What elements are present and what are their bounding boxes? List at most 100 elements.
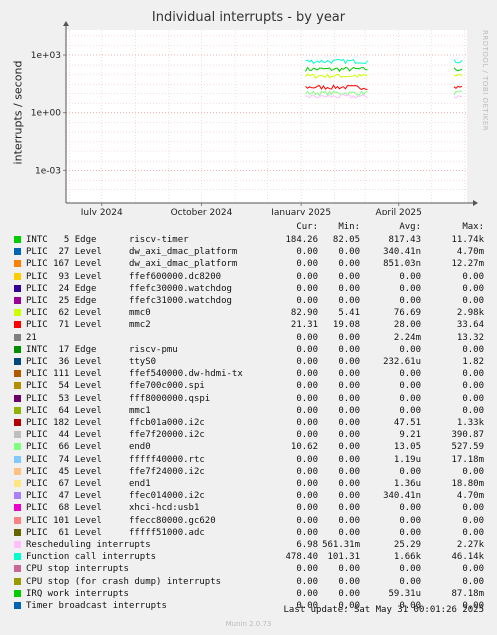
legend-item: PLIC 167 Level dw_axi_dmac_platform 0.00 0… [14,258,484,270]
legend-value-min: 82.05 [332,235,360,245]
legend-value-max: 1.82 [462,357,484,367]
legend-swatch [14,577,21,585]
legend-swatch [14,297,21,304]
legend-label: PLIC 25 Edge ffefc31000.watchdog [26,296,232,306]
legend-value-max: 2.98k [456,308,484,319]
legend-value-max: 11.74k [451,235,484,245]
legend-value-min: 0.00 [338,418,360,428]
legend-item: Function call interrupts 478.40 101.31 1.66… [14,551,484,563]
legend-value-max: 0.00 [462,576,484,587]
legend-value-max: 13.32 [456,332,484,343]
legend-value-max: 4.70m [456,491,484,502]
legend-label: PLIC 61 Level fffff51000.adc [26,527,205,538]
legend-value-avg: 1.66k [393,552,421,563]
legend-value-avg: 0.00 [399,393,421,404]
last-update: Last update: Sat May 31 00:01:26 2025 [283,605,484,615]
legend-item: PLIC 24 Edge ffefc30000.watchdog 0.00 0.00… [14,283,484,295]
legend-swatch [14,321,21,329]
legend-item: PLIC 74 Level fffff40000.rtc 0.00 0.00 1.19… [14,454,484,466]
legend-value-avg: 0.00 [399,381,421,392]
legend-swatch [14,504,21,512]
legend-value-avg: 0.00 [399,576,421,587]
legend-value-avg: 0.00 [399,515,421,526]
legend-item: 21 0.00 0.00 2.24m 13.32 [14,332,484,344]
legend-swatch [14,419,21,426]
legend-label: PLIC 36 Level ttyS0 [26,357,157,367]
legend-item: INTC 17 Edge riscv-pmu 0.00 0.00 0.00 0.00 [14,344,484,356]
legend-value-min: 0.00 [338,515,360,526]
legend-value-min: 0.00 [338,259,360,270]
legend: Cur: Min: Avg: Max: INTC 5 Edge riscv-ti… [0,0,497,635]
legend-value-max: 0.00 [462,515,484,526]
legend-value-max: 0.00 [462,527,484,538]
legend-item: PLIC 54 Level ffe700c000.spi 0.00 0.00 0.00… [14,380,484,392]
legend-item: PLIC 67 Level end1 0.00 0.00 1.36u 18.80m [14,478,484,490]
legend-value-max: 1.33k [456,418,484,428]
legend-value-max: 0.00 [462,283,484,294]
legend-value-max: 0.00 [462,466,484,477]
legend-swatch [14,455,21,463]
legend-label: PLIC 62 Level mmc0 [26,308,151,319]
legend-value-avg: 0.00 [399,466,421,477]
legend-value-max: 87.18m [451,588,484,599]
legend-value-max: 0.00 [462,405,484,416]
legend-item: IRQ work interrupts 0.00 0.00 59.31u 87.18m [14,588,484,600]
legend-item: PLIC 62 Level mmc0 82.90 5.41 76.69 2.98k [14,307,484,319]
legend-value-max: 18.80m [451,479,484,489]
legend-swatch [14,480,21,487]
legend-label: Rescheduling interrupts [26,540,151,550]
legend-value-max: 12.27m [451,259,484,270]
legend-value-avg: 0.00 [399,369,421,380]
legend-item: PLIC 45 Level ffe7f24000.i2c 0.00 0.00 0.00… [14,466,484,478]
legend-item: PLIC 182 Level ffcb01a000.i2c 0.00 0.00 47.… [14,417,484,429]
legend-value-min: 0.00 [338,491,360,502]
legend-value-min: 0.00 [338,283,360,294]
legend-value-avg: 0.00 [399,564,421,575]
legend-label: PLIC 27 Level dw_axi_dmac_platform [26,247,238,258]
legend-value-min: 0.00 [338,479,360,489]
legend-swatch [14,284,21,292]
legend-header-max: Max: [462,222,484,232]
legend-label: PLIC 54 Level ffe700c000.spi [26,381,205,392]
legend-swatch [14,272,21,280]
legend-value-min: 0.00 [338,430,360,441]
legend-value-max: 0.00 [462,369,484,380]
legend-value-max: 4.70m [456,247,484,258]
legend-value-avg: 47.51 [393,418,421,428]
legend-value-min: 0.00 [338,503,360,514]
legend-value-max: 0.00 [462,344,484,355]
legend-value-avg: 28.00 [393,320,421,331]
legend-label: PLIC 24 Edge ffefc30000.watchdog [26,283,232,294]
legend-value-avg: 1.36u [393,479,421,489]
legend-value-min: 0.00 [338,405,360,416]
legend-swatch [14,516,21,524]
legend-swatch [14,333,21,341]
legend-swatch [14,370,21,378]
legend-value-avg: 0.00 [399,405,421,416]
legend-value-avg: 2.24m [393,332,421,343]
legend-value-min: 0.00 [338,576,360,587]
legend-swatch [14,589,21,597]
legend-swatch [14,467,21,475]
legend-swatch [14,602,21,609]
legend-label: PLIC 45 Level ffe7f24000.i2c [26,466,205,477]
legend-swatch [14,406,21,414]
legend-item: PLIC 66 Level end0 10.62 0.00 13.05 527.59 [14,441,484,453]
munin-version: Munin 2.0.73 [225,620,272,628]
legend-value-min: 0.00 [338,344,360,355]
legend-item: PLIC 25 Edge ffefc31000.watchdog 0.00 0.00… [14,295,484,307]
legend-value-max: 2.27k [456,540,484,550]
legend-label: PLIC 67 Level end1 [26,479,151,489]
legend-item: PLIC 36 Level ttyS0 0.00 0.00 232.61u 1.82 [14,356,484,368]
legend-value-min: 0.00 [338,564,360,575]
legend-value-min: 0.00 [338,466,360,477]
legend-label: PLIC 47 Level ffec014000.i2c [26,491,205,502]
legend-label: INTC 5 Edge riscv-timer [26,235,189,245]
legend-swatch [14,528,21,536]
legend-label: PLIC 167 Level dw_axi_dmac_platform [26,259,238,270]
legend-label: PLIC 111 Level ffef540000.dw-hdmi-tx [26,369,243,380]
legend-item: CPU stop (for crash dump) interrupts 0.00… [14,576,484,588]
legend-item: PLIC 27 Level dw_axi_dmac_platform 0.00 0.… [14,246,484,258]
legend-value-max: 527.59 [451,442,484,453]
legend-item: PLIC 93 Level ffef600000.dc8200 0.00 0.00 0… [14,271,484,283]
